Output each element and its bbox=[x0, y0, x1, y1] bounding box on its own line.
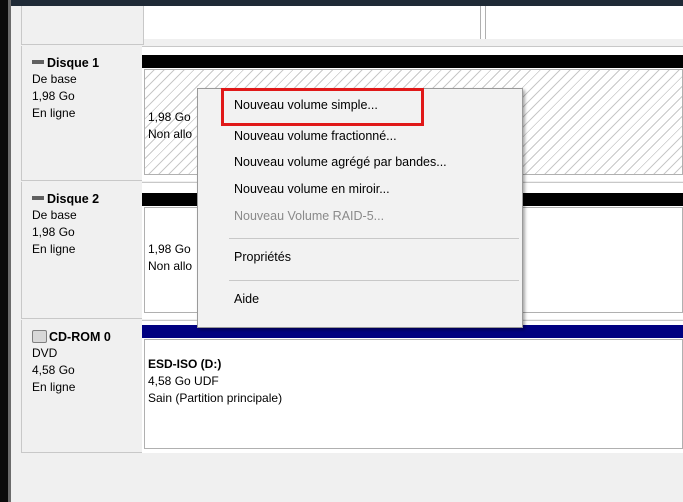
menu-item-new-mirrored-volume[interactable]: Nouveau volume en miroir... bbox=[234, 182, 390, 196]
disk-1-size: 1,98 Go bbox=[32, 89, 75, 103]
left-dark-edge bbox=[0, 0, 8, 502]
menu-item-new-raid5-volume: Nouveau Volume RAID-5... bbox=[234, 209, 385, 223]
cdrom-0-volume-size: 4,58 Go UDF bbox=[148, 374, 219, 388]
disk-1-volume-state: Non allo bbox=[148, 127, 193, 141]
cdrom-0-type: DVD bbox=[32, 346, 58, 360]
disk-1-volume-bar bbox=[142, 55, 683, 68]
disk-2-label-cell[interactable]: Disque 2 De base 1,98 Go En ligne bbox=[21, 182, 144, 319]
disk-1-label-cell[interactable]: Disque 1 De base 1,98 Go En ligne bbox=[21, 46, 144, 181]
cdrom-0-volume-area[interactable]: ESD-ISO (D:) 4,58 Go UDF Sain (Partition… bbox=[142, 320, 683, 453]
disk-2-type: De base bbox=[32, 208, 77, 222]
disk-1-title: Disque 1 bbox=[32, 56, 99, 70]
cdrom-0-status: En ligne bbox=[32, 380, 76, 394]
menu-item-help[interactable]: Aide bbox=[234, 292, 259, 306]
cdrom-0-volume-name: ESD-ISO (D:) bbox=[148, 357, 222, 371]
disk-2-title: Disque 2 bbox=[32, 192, 99, 206]
menu-item-new-spanned-volume[interactable]: Nouveau volume fractionné... bbox=[234, 129, 397, 143]
cdrom-0-size: 4,58 Go bbox=[32, 363, 75, 377]
top-volume-strip bbox=[142, 6, 683, 39]
disk-1-volume-size: 1,98 Go bbox=[148, 110, 191, 124]
disk-icon bbox=[32, 195, 44, 200]
disk-2-size: 1,98 Go bbox=[32, 225, 75, 239]
cdrom-0-title: CD-ROM 0 bbox=[32, 330, 111, 344]
disk-1-type: De base bbox=[32, 72, 77, 86]
cdrom-0-volume[interactable]: ESD-ISO (D:) 4,58 Go UDF Sain (Partition… bbox=[144, 339, 683, 449]
strip-divider bbox=[480, 6, 481, 39]
menu-item-new-striped-volume[interactable]: Nouveau volume agrégé par bandes... bbox=[234, 155, 447, 169]
disk-2-status: En ligne bbox=[32, 242, 76, 256]
highlight-annotation-box bbox=[221, 88, 424, 126]
top-label-cell bbox=[21, 6, 144, 45]
menu-separator bbox=[229, 280, 519, 281]
disk-2-volume-state: Non allo bbox=[148, 259, 193, 273]
cdrom-0-label-cell[interactable]: CD-ROM 0 DVD 4,58 Go En ligne bbox=[21, 320, 144, 453]
disk-2-volume-size: 1,98 Go bbox=[148, 242, 191, 256]
cdrom-icon bbox=[32, 330, 47, 344]
menu-item-properties[interactable]: Propriétés bbox=[234, 250, 291, 264]
cdrom-0-volume-state: Sain (Partition principale) bbox=[148, 391, 283, 405]
disk-icon bbox=[32, 59, 44, 64]
disk-1-status: En ligne bbox=[32, 106, 76, 120]
strip-divider bbox=[485, 6, 486, 39]
menu-separator bbox=[229, 238, 519, 239]
